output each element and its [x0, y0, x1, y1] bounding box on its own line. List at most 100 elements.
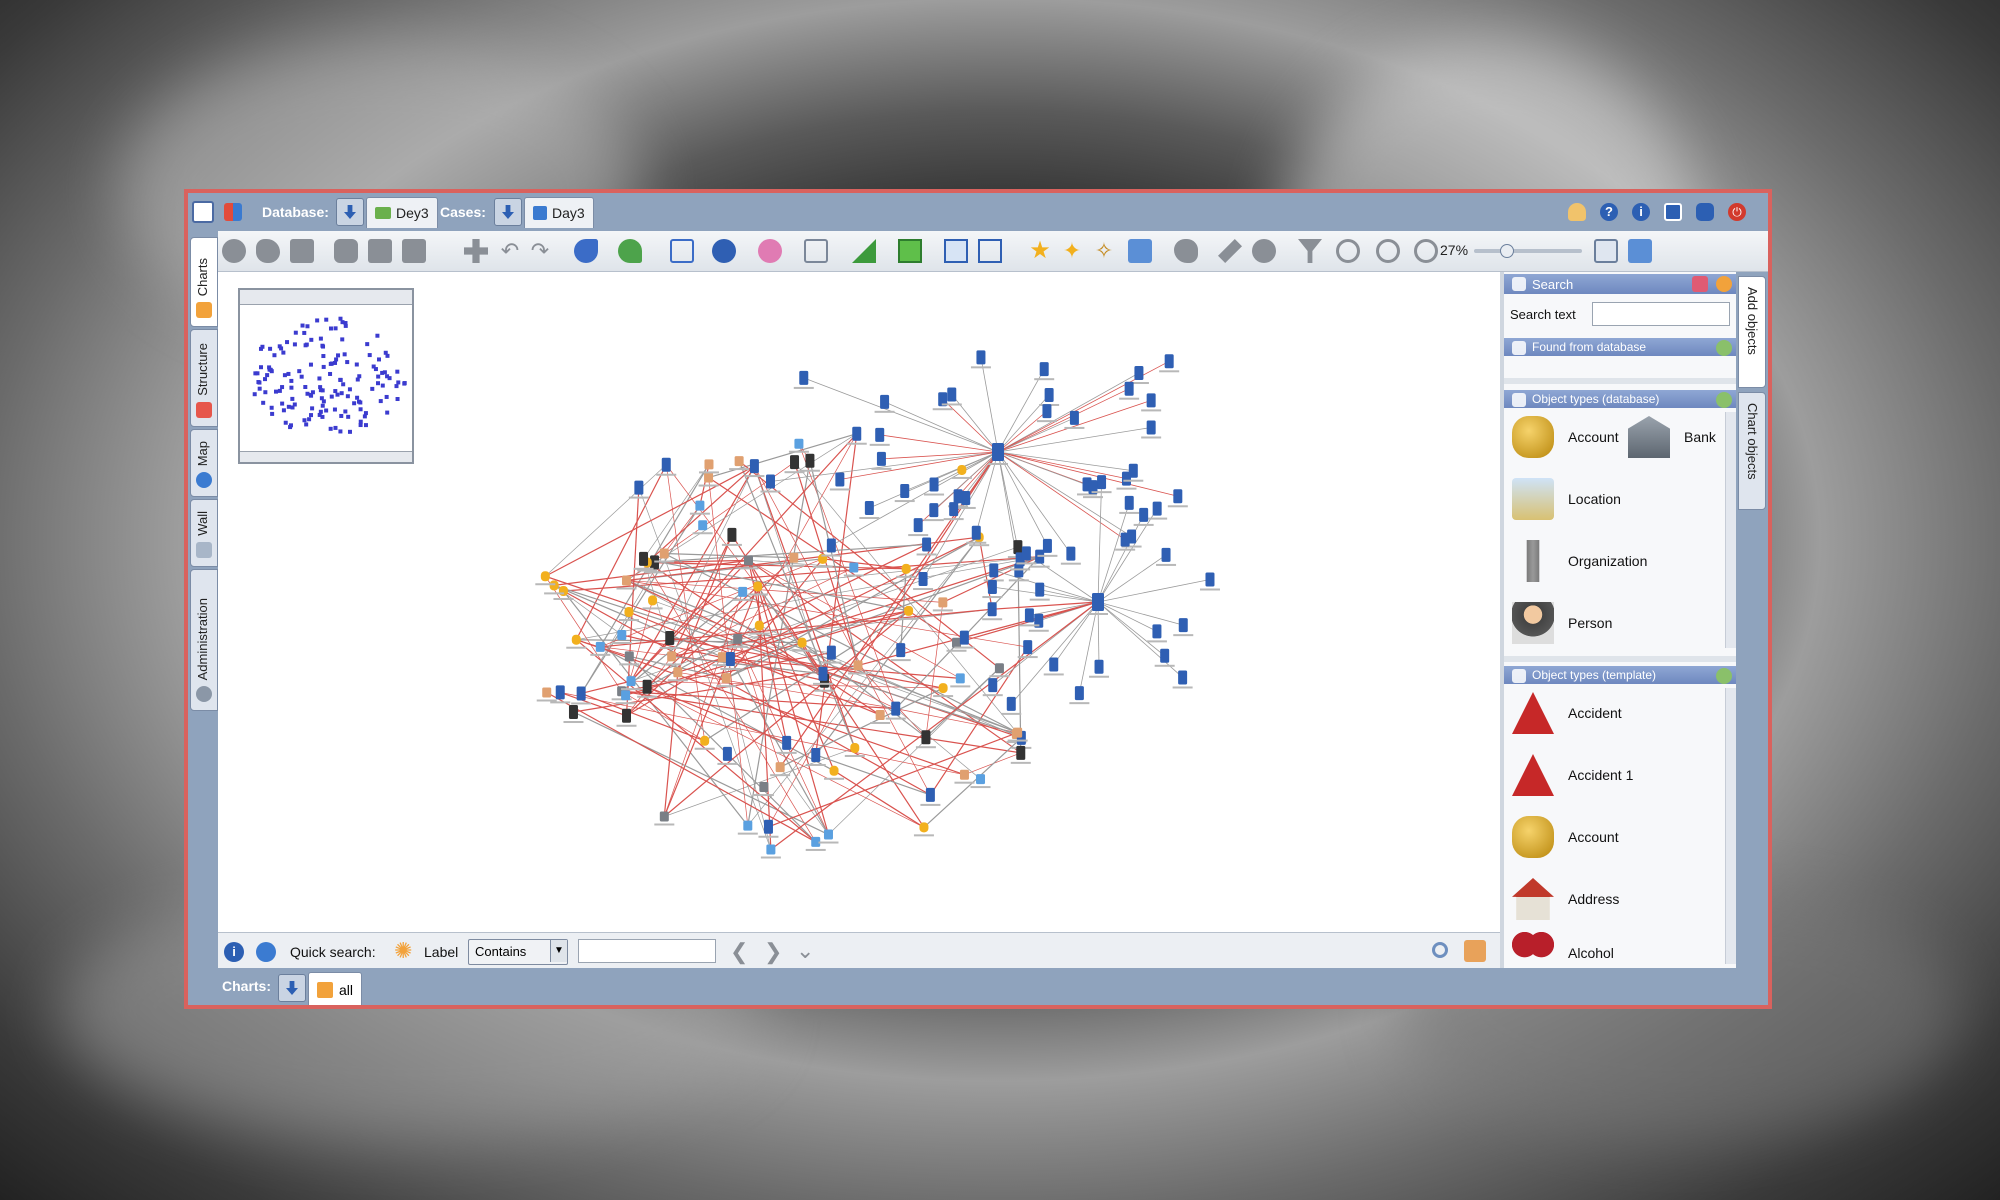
object-type-bank[interactable]: Bank [1628, 416, 1716, 458]
refresh-icon[interactable] [1716, 340, 1732, 356]
zoom-slider[interactable] [1474, 244, 1582, 258]
lock-icon[interactable] [1696, 197, 1714, 227]
graph-node-phone-icon[interactable] [1035, 582, 1045, 597]
graph-node-phone-icon[interactable] [876, 451, 886, 466]
object-type-organization[interactable]: Organization [1512, 540, 1647, 582]
object-type-address[interactable]: Address [1512, 878, 1619, 920]
graph-node-phone-icon[interactable] [1094, 659, 1104, 674]
graph-node-tower-icon[interactable] [1013, 540, 1023, 555]
graph-node-coins-icon[interactable] [648, 595, 658, 606]
graph-node-coins-icon[interactable] [753, 581, 763, 592]
graph-node-person-icon[interactable] [938, 597, 948, 608]
graph-node-coins-icon[interactable] [571, 634, 581, 645]
graph-node-location-icon[interactable] [794, 438, 804, 449]
graph-node-phone-icon[interactable] [1178, 670, 1188, 685]
undo-icon[interactable]: ↶ [498, 239, 522, 263]
object-type-location[interactable]: Location [1512, 478, 1621, 520]
graph-node-location-icon[interactable] [617, 629, 627, 640]
magic-wand-icon[interactable]: ✧ [1092, 239, 1116, 263]
filter-icon[interactable] [1298, 239, 1322, 263]
graph-node-location-icon[interactable] [698, 520, 708, 531]
zoom-fit-icon[interactable] [1414, 239, 1438, 263]
graph-node-phone-icon[interactable] [971, 525, 981, 540]
graph-node-phone-icon[interactable] [765, 474, 775, 489]
graph-node-phone-icon[interactable] [976, 350, 986, 365]
graph-node-bank-icon[interactable] [743, 555, 753, 566]
zoom-window-icon[interactable] [1594, 239, 1618, 263]
cases-tab[interactable]: Day3 [524, 196, 594, 228]
graph-node-coins-icon[interactable] [904, 605, 914, 616]
graph-node-phone-icon[interactable] [929, 503, 939, 518]
graph-node-coins-icon[interactable] [624, 607, 634, 618]
image-icon[interactable] [1128, 239, 1152, 263]
graph-node-tower-icon[interactable] [639, 551, 649, 566]
graph-node-phone-icon[interactable] [992, 443, 1004, 461]
graph-node-tower-icon[interactable] [727, 527, 737, 542]
graph-node-phone-icon[interactable] [1066, 546, 1076, 561]
tab-chart-objects[interactable]: Chart objects [1738, 392, 1766, 510]
tab-map[interactable]: Map [190, 429, 218, 497]
graph-node-person-icon[interactable] [721, 673, 731, 684]
network-icon[interactable] [670, 239, 694, 263]
windows-icon[interactable] [224, 197, 242, 227]
graph-node-coins-icon[interactable] [754, 620, 764, 631]
signal-icon[interactable] [712, 239, 736, 263]
splitter[interactable] [1504, 378, 1740, 384]
graph-node-phone-icon[interactable] [864, 500, 874, 515]
tab-structure[interactable]: Structure [190, 329, 218, 427]
graph-node-phone-icon[interactable] [987, 602, 997, 617]
clear-icon[interactable] [1692, 276, 1708, 292]
graph-node-person-icon[interactable] [659, 548, 669, 559]
sun-icon[interactable]: ✺ [394, 940, 412, 962]
graph-node-phone-icon[interactable] [782, 735, 792, 750]
graph-node-phone-icon[interactable] [576, 686, 586, 701]
graph-node-person-icon[interactable] [622, 575, 632, 586]
graph-node-person-icon[interactable] [673, 667, 683, 678]
chart-tab-all[interactable]: all [308, 972, 363, 1005]
graph-node-phone-icon[interactable] [989, 563, 999, 578]
fit-icon[interactable] [898, 239, 922, 263]
graph-node-location-icon[interactable] [766, 844, 776, 855]
tab-add-objects[interactable]: Add objects [1738, 276, 1766, 388]
info-icon[interactable]: i [224, 942, 244, 962]
graph-node-phone-icon[interactable] [987, 580, 997, 595]
tab-wall[interactable]: Wall [190, 499, 218, 567]
object-type-account[interactable]: Account [1512, 416, 1619, 458]
graph-node-phone-icon[interactable] [925, 787, 935, 802]
layout-icon[interactable] [574, 239, 598, 263]
branch-icon[interactable] [618, 239, 642, 263]
database-download-button[interactable] [336, 197, 364, 227]
globe-icon[interactable] [256, 942, 276, 962]
object-type-person[interactable]: Person [1512, 602, 1612, 644]
graph-node-phone-icon[interactable] [1049, 657, 1059, 672]
graph-node-phone-icon[interactable] [896, 643, 906, 658]
graph-node-phone-icon[interactable] [988, 678, 998, 693]
graph-node-phone-icon[interactable] [891, 701, 901, 716]
search-icon[interactable] [1432, 942, 1448, 958]
graph-node-phone-icon[interactable] [1120, 532, 1130, 547]
graph-node-phone-icon[interactable] [826, 538, 836, 553]
graph-node-phone-icon[interactable] [661, 457, 671, 472]
graph-node-phone-icon[interactable] [826, 645, 836, 660]
database-tab[interactable]: Dey3 [366, 196, 438, 228]
home-icon[interactable] [192, 197, 214, 227]
graph-node-person-icon[interactable] [542, 687, 552, 698]
graph-node-phone-icon[interactable] [818, 666, 828, 681]
graph-node-phone-icon[interactable] [959, 630, 969, 645]
graph-node-location-icon[interactable] [849, 562, 859, 573]
graph-node-phone-icon[interactable] [634, 480, 644, 495]
graph-node-phone-icon[interactable] [1074, 686, 1084, 701]
chart-canvas[interactable] [218, 272, 1500, 932]
graph-node-phone-icon[interactable] [1024, 608, 1034, 623]
graph-node-phone-icon[interactable] [1178, 618, 1188, 633]
graph-node-phone-icon[interactable] [929, 477, 939, 492]
graph-node-tower-icon[interactable] [622, 708, 632, 723]
graph-node-person-icon[interactable] [875, 709, 885, 720]
graph-node-phone-icon[interactable] [799, 370, 809, 385]
clipboard-icon[interactable] [402, 239, 426, 263]
puzzle-icon[interactable] [256, 239, 280, 263]
graph-node-phone-icon[interactable] [1021, 546, 1031, 561]
graph-node-location-icon[interactable] [976, 774, 986, 785]
graph-node-phone-icon[interactable] [555, 685, 565, 700]
graph-node-phone-icon[interactable] [1160, 648, 1170, 663]
